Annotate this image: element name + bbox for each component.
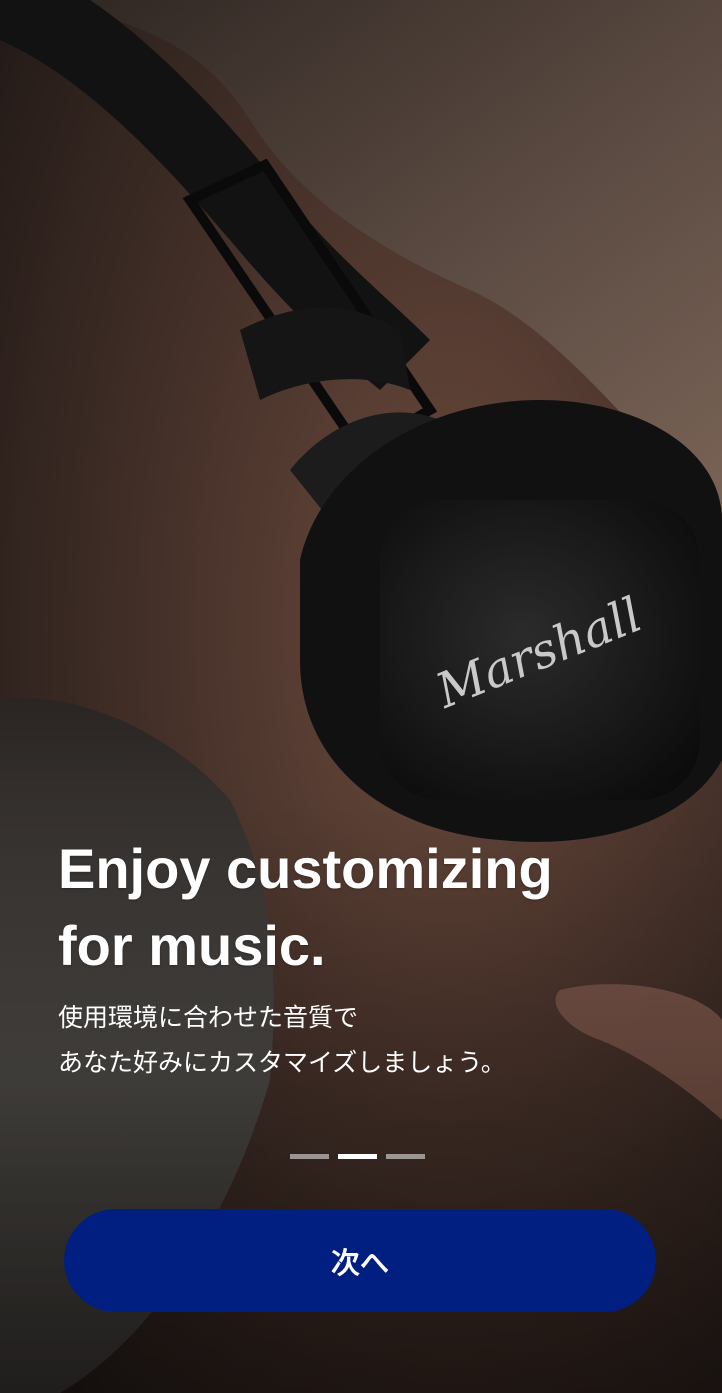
page-indicator-dot-1 xyxy=(290,1154,329,1159)
onboarding-screen: Marshall Enjoy customizing for music. 使用… xyxy=(0,0,722,1393)
page-indicator xyxy=(290,1154,425,1159)
next-button-label: 次へ xyxy=(330,1245,389,1280)
subtext-line-2: あなた好みにカスタマイズしましょう。 xyxy=(58,1048,506,1077)
background-photo: Marshall xyxy=(0,0,722,1393)
subtext-line-1: 使用環境に合わせた音質で xyxy=(58,1003,359,1032)
subtext: 使用環境に合わせた音質で あなた好みにカスタマイズしましょう。 xyxy=(58,995,678,1085)
next-button[interactable]: 次へ xyxy=(64,1209,656,1312)
headline-line-2: for music. xyxy=(58,914,326,977)
headline: Enjoy customizing for music. xyxy=(58,830,658,984)
headline-line-1: Enjoy customizing xyxy=(58,837,553,900)
page-indicator-dot-2 xyxy=(338,1154,377,1159)
page-indicator-dot-3 xyxy=(386,1154,425,1159)
